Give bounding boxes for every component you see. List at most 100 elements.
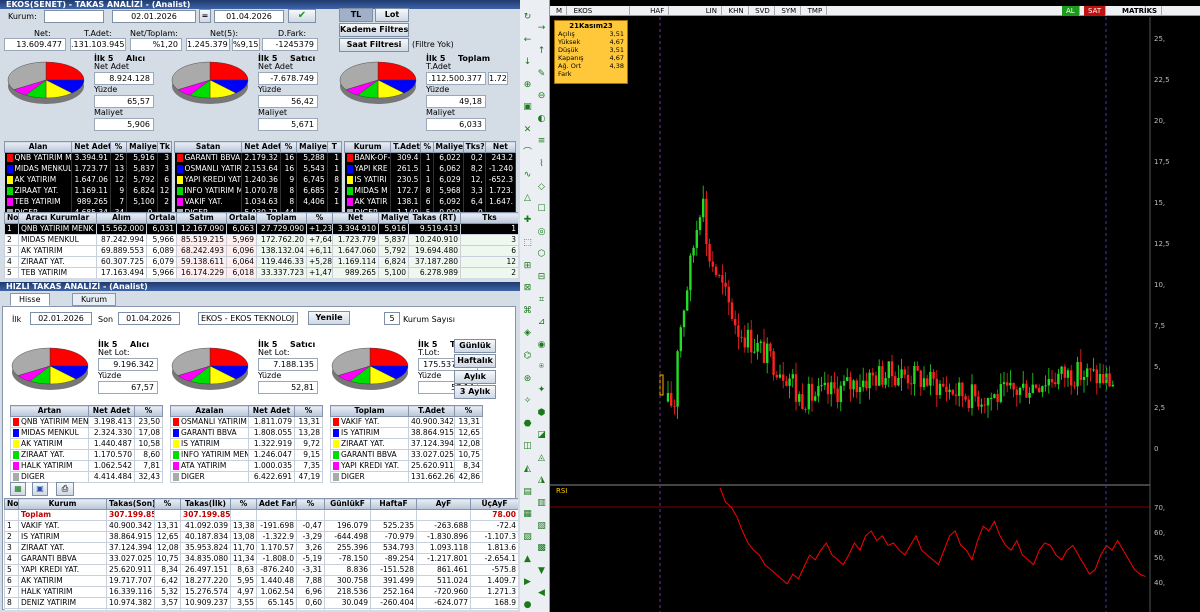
col-header[interactable]: Tk — [156, 141, 173, 153]
col-header[interactable]: % — [134, 405, 163, 417]
table-row[interactable]: IS YATIRIM 1.322.919 9,72 — [170, 438, 323, 450]
table-row[interactable]: 3 ZIRAAT YAT. 37.124.394 12,08 35.953.824 11,… — [4, 542, 518, 554]
drawing-tool-icon[interactable]: ◭ — [522, 464, 533, 475]
table-row[interactable]: GARANTI BBVA 1.808.055 13,28 — [170, 427, 323, 439]
col-header[interactable]: % — [154, 498, 181, 510]
table-row[interactable]: GARANTI BBVA 33.027.025 10,75 — [330, 449, 483, 461]
col-header[interactable]: Alım — [96, 212, 147, 224]
chart-menu-sym[interactable]: SYM — [777, 6, 802, 16]
aylik-button[interactable]: Aylık — [454, 370, 496, 384]
table-row[interactable]: OSMANLI YATIR 2.153.64 16 5,543 1 — [174, 163, 343, 175]
drawing-tool-icon[interactable]: ▨ — [522, 532, 533, 543]
table-row[interactable]: GARANTI BBVA 2.179.32 16 5,288 1 — [174, 152, 343, 164]
col-header[interactable]: No — [4, 498, 19, 510]
drawing-tool-icon[interactable]: ◪ — [536, 430, 547, 441]
table-row[interactable]: AK YATIRIM 1.440.487 10,58 — [10, 438, 163, 450]
drawing-tool-icon[interactable]: ⌬ — [522, 351, 533, 362]
table-row[interactable]: 9MIDAS MENKUL10.264.4133,347.940.0832,58… — [4, 608, 518, 610]
table-row[interactable]: 2 IS YATIRIM 38.864.915 12,65 40.187.834 13,0… — [4, 531, 518, 543]
col-header[interactable]: Alan — [3, 141, 73, 153]
kademe-filter-button[interactable]: Kademe Filtresi — [339, 23, 409, 37]
drawing-tool-icon[interactable]: ↑ — [536, 46, 547, 57]
drawing-tool-icon[interactable]: ⬣ — [522, 419, 533, 430]
table-row[interactable]: DIGER 131.662.265 42,86 — [330, 471, 483, 483]
tab-hisse[interactable]: Hisse — [10, 293, 50, 306]
col-header[interactable]: % — [279, 141, 298, 153]
tl-toggle[interactable]: TL — [339, 8, 373, 22]
chart-menu-haf[interactable]: HAF — [646, 6, 670, 16]
table-row[interactable]: IS YATIRIM 38.864.915 12,65 — [330, 427, 483, 439]
symbol-select[interactable]: EKOS - EKOS TEKNOLOJ — [198, 312, 298, 325]
table-row[interactable]: 2 MIDAS MENKUL 87.242.994 5,966 85.519.215 5,… — [4, 234, 518, 246]
drawing-tool-icon[interactable]: ▶ — [522, 577, 533, 588]
col-header[interactable]: Adet Fark — [256, 498, 297, 510]
col-header[interactable]: % — [294, 405, 323, 417]
drawing-tool-icon[interactable]: ↻ — [522, 12, 533, 23]
drawing-tool-icon[interactable]: ⍟ — [536, 362, 547, 373]
col-header[interactable]: Net Adet — [241, 141, 281, 153]
tab-kurum[interactable]: Kurum — [72, 293, 117, 306]
drawing-tool-icon[interactable]: ⬚ — [522, 238, 533, 249]
table-row[interactable]: 5 TEB YATIRIM 17.163.494 5,966 16.174.229 6,0… — [4, 267, 518, 278]
col-header[interactable]: % — [420, 141, 434, 153]
table-row[interactable]: AK YATIRIM 1.647.06 12 5,792 6 — [4, 174, 173, 186]
table-row[interactable]: MIDAS MENKUL 2.324.330 17,08 — [10, 427, 163, 439]
table-row[interactable]: MIDAS MENKUL 1.723.77 13 5,837 3 — [4, 163, 173, 175]
gunluk-button[interactable]: Günlük — [454, 339, 496, 353]
drawing-tool-icon[interactable]: ← — [522, 35, 533, 46]
col-header[interactable]: Takas (RT) — [408, 212, 461, 224]
drawing-tool-icon[interactable]: ◈ — [522, 328, 533, 339]
drawing-tool-icon[interactable]: ⊛ — [522, 374, 533, 385]
hta-date-from[interactable]: 02.01.2026 — [30, 312, 92, 325]
drawing-tool-icon[interactable]: ✎ — [536, 69, 547, 80]
export-excel-icon[interactable]: ▦ — [10, 482, 26, 496]
hta-date-to[interactable]: 01.04.2026 — [118, 312, 180, 325]
col-header[interactable]: Takas(Son) — [106, 498, 155, 510]
col-header[interactable]: Tks? — [462, 141, 486, 153]
col-header[interactable]: T — [326, 141, 343, 153]
col-header[interactable]: Maliyet — [296, 141, 328, 153]
col-header[interactable]: T.Adet — [408, 405, 455, 417]
table-row[interactable]: IS YATIRI 230.5 1 6,029 12, -652.3 — [344, 174, 517, 186]
table-row[interactable]: 3 AK YATIRIM 69.889.553 6,089 68.242.493 6,09… — [4, 245, 518, 257]
chart-menu-tmp[interactable]: TMP — [804, 6, 828, 16]
drawing-tool-icon[interactable]: △ — [522, 193, 533, 204]
table-row[interactable]: AK YATIR 138.1 6 6,092 6,4 1.647. — [344, 196, 517, 208]
col-header[interactable]: % — [230, 498, 257, 510]
sat-button[interactable]: SAT — [1084, 6, 1107, 16]
drawing-tool-icon[interactable]: ◇ — [536, 182, 547, 193]
table-row[interactable]: 8 DENIZ YATIRIM 10.974.382 3,57 10.909.237 3,… — [4, 597, 518, 609]
col-header[interactable]: % — [109, 141, 128, 153]
table-row[interactable]: MIDAS M 172.7 8 5,968 3,3 1.723. — [344, 185, 517, 197]
col-header[interactable]: Satım — [176, 212, 227, 224]
drawing-tool-icon[interactable]: ▦ — [522, 509, 533, 520]
drawing-tool-icon[interactable]: ⌒ — [522, 148, 533, 159]
col-header[interactable]: Satan — [173, 141, 243, 153]
col-header[interactable]: Toplam — [256, 212, 307, 224]
table-row[interactable]: 1 QNB YATIRIM MENK 15.562.000 6,031 12.167.0… — [4, 223, 518, 235]
drawing-tool-icon[interactable]: ▩ — [536, 543, 547, 554]
col-header[interactable]: Net — [332, 212, 379, 224]
drawing-tool-icon[interactable]: ▣ — [522, 102, 533, 113]
col-header[interactable]: AyF — [416, 498, 471, 510]
col-header[interactable]: % — [454, 405, 483, 417]
col-header[interactable]: No — [4, 212, 19, 224]
table-row[interactable]: DIGER 4.414.484 32,43 — [10, 471, 163, 483]
table-row[interactable]: 6 AK YATIRIM 19.717.707 6,42 18.277.220 5,95 1… — [4, 575, 518, 587]
kurum-count-input[interactable]: 5 — [384, 312, 400, 325]
table-row[interactable]: TEB YATIRIM 989.265 7 5,100 2 — [4, 196, 173, 208]
table-row[interactable]: YAPI KRE 261.5 1 6,062 8,2 -1.240 — [344, 163, 517, 175]
drawing-tool-icon[interactable]: ⊕ — [522, 80, 533, 91]
table-row[interactable]: ZIRAAT YAT. 1.169.11 9 6,824 12 — [4, 185, 173, 197]
col-header[interactable]: Artan — [10, 405, 89, 417]
table-row[interactable]: YAPI KREDI YAT. 25.620.911 8,34 — [330, 460, 483, 472]
lot-toggle[interactable]: Lot — [375, 8, 409, 22]
table-row[interactable]: 1 VAKIF YAT. 40.900.342 13,31 41.092.039 13,3… — [4, 520, 518, 532]
chart-symbol[interactable]: EKOS — [570, 6, 630, 16]
table-row[interactable]: 7 HALK YATIRIM 16.339.116 5,32 15.276.574 4,9… — [4, 586, 518, 598]
drawing-tool-icon[interactable]: ◀ — [536, 588, 547, 599]
chart-menu-m[interactable]: M — [552, 6, 568, 16]
drawing-tool-icon[interactable]: ⊟ — [536, 272, 547, 283]
drawing-tool-icon[interactable]: ☐ — [536, 204, 547, 215]
col-header[interactable]: Net Adet — [248, 405, 295, 417]
